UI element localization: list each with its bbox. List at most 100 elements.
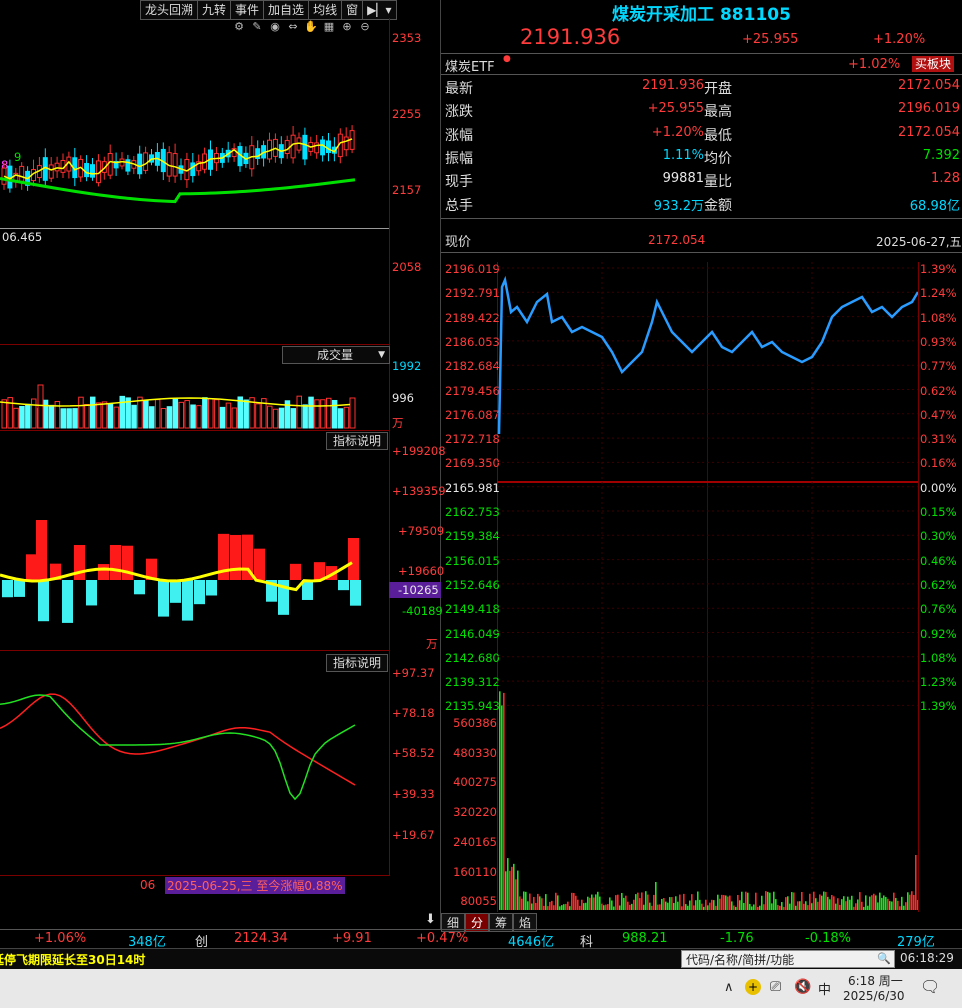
drag-icon[interactable]: ⇔ <box>286 20 300 34</box>
intraday-pct-scale: 0.16% <box>920 456 957 471</box>
toolbar-dragon-review[interactable]: 龙头回溯 <box>141 1 199 19</box>
kline-bottom-border <box>0 344 389 345</box>
intraday-price-line <box>497 275 918 435</box>
volume-bar <box>66 408 72 429</box>
news-ticker[interactable]: 延停飞期限延长至30日14时 <box>0 951 145 968</box>
intraday-volume-bar <box>793 892 795 910</box>
ime-indicator[interactable]: 中 <box>818 979 831 998</box>
chevron-up-icon[interactable]: ∧ <box>724 980 734 995</box>
intraday-volume-bar <box>703 906 705 910</box>
intraday-volume-bar <box>865 895 867 910</box>
intraday-volume-bar <box>881 897 883 910</box>
volume-bar <box>196 405 202 429</box>
intraday-volume-bar <box>789 903 791 910</box>
intraday-volume-bar <box>765 891 767 910</box>
indicator1-help-button[interactable]: 指标说明 <box>326 432 388 450</box>
intraday-volume-bar <box>811 903 813 910</box>
etf-label[interactable]: 煤炭ETF <box>445 56 495 75</box>
intraday-volume-bar <box>761 895 763 910</box>
intraday-volume-bar <box>573 892 575 910</box>
toolbar-add-watchlist[interactable]: 加自选 <box>264 1 310 19</box>
intraday-volume-bar <box>877 902 879 910</box>
settings-icon[interactable]: ⚙ <box>232 20 246 34</box>
intraday-volume-bar <box>767 891 769 910</box>
buy-sector-button[interactable]: 买板块 <box>912 56 955 72</box>
volume-bar <box>225 402 232 429</box>
intraday-volume-bar <box>797 901 799 910</box>
volume-bar <box>84 403 90 429</box>
indicator2-help-button[interactable]: 指标说明 <box>326 654 388 672</box>
taskbar-time[interactable]: 6:18 周一 <box>848 972 903 989</box>
intraday-volume-bar <box>503 692 505 910</box>
intraday-volume-bar <box>755 892 757 910</box>
volume-scale-label: 996 <box>392 391 414 405</box>
intraday-volume-bar <box>745 891 747 910</box>
zoom-out-icon[interactable]: ⊖ <box>358 20 372 34</box>
indicator1-current-value: -10265 <box>398 583 439 597</box>
intraday-volume-bar <box>897 900 899 910</box>
quote-key: 量比 <box>704 174 732 191</box>
intraday-volume-bar <box>647 894 649 910</box>
intraday-volume-bar <box>839 904 841 910</box>
intraday-volume-bar <box>501 705 503 910</box>
intraday-volume-bar <box>737 894 739 910</box>
intraday-volume-scale: 560386 <box>453 716 497 730</box>
indicator1-bar <box>170 580 181 603</box>
volume-bar <box>113 406 120 429</box>
notification-icon[interactable]: 🗨 <box>920 977 940 996</box>
intraday-volume-bar <box>823 891 825 910</box>
intraday-volume-bar <box>561 905 563 910</box>
intraday-volume-bar <box>833 896 835 910</box>
intraday-volume-bar <box>893 892 895 910</box>
toolbar-more[interactable]: ▶▏▾ <box>363 1 395 19</box>
volume-bar <box>78 396 84 429</box>
search-input[interactable]: 代码/名称/简拼/功能 🔍 <box>681 950 895 968</box>
toolbar-nine-turn[interactable]: 九转 <box>198 1 232 19</box>
volume-bar <box>296 395 302 429</box>
intraday-volume-bar <box>697 891 699 910</box>
intraday-volume-bar <box>589 897 591 910</box>
pen-icon[interactable]: ✎ <box>250 20 264 34</box>
intraday-volume-bar <box>699 899 701 910</box>
hand-icon[interactable]: ✋ <box>304 20 318 34</box>
intraday-volume-bar <box>889 901 891 910</box>
intraday-volume-bar <box>555 892 557 910</box>
search-icon[interactable]: 🔍 <box>877 952 891 965</box>
eye-icon[interactable]: ◉ <box>268 20 282 34</box>
intraday-volume-bar <box>773 891 775 910</box>
volume-dropdown[interactable]: 成交量 ▼ <box>282 346 390 364</box>
intraday-volume-bar <box>507 858 509 910</box>
intraday-volume-bar <box>565 903 567 910</box>
toolbar-moving-average[interactable]: 均线 <box>309 1 343 19</box>
intraday-volume-bar <box>913 894 915 910</box>
intraday-volume-bar <box>723 895 725 910</box>
intraday-volume-bar <box>527 901 529 910</box>
intraday-volume-bar <box>735 906 737 910</box>
volume-bar <box>72 408 78 429</box>
volume-bar <box>48 404 55 429</box>
quote-key: 涨幅 <box>445 127 473 144</box>
taskbar-date[interactable]: 2025/6/30 <box>843 989 905 1003</box>
intraday-volume-bar <box>891 901 893 910</box>
intraday-volume-bar <box>785 897 787 910</box>
intraday-volume-bar <box>695 900 697 910</box>
intraday-volume-bar <box>861 901 863 910</box>
grid-icon[interactable]: ▦ <box>322 20 336 34</box>
intraday-volume-bar <box>605 904 607 910</box>
intraday-volume-bar <box>635 894 637 910</box>
toolbar-window[interactable]: 窗 <box>342 1 364 19</box>
network-icon[interactable]: ⎚ <box>770 979 781 995</box>
quote-value: +25.955 <box>647 101 704 117</box>
toolbar-events[interactable]: 事件 <box>231 1 265 19</box>
app-tray-icon[interactable]: + <box>745 979 761 995</box>
zoom-in-icon[interactable]: ⊕ <box>340 20 354 34</box>
intraday-volume-bar <box>639 898 641 910</box>
intraday-pct-scale: 0.15% <box>920 505 957 519</box>
speaker-muted-icon[interactable]: 🔇 <box>794 979 811 995</box>
quote-row: 涨幅 +1.20% 最低 2172.054 <box>445 125 962 148</box>
intraday-volume-bar <box>569 906 571 910</box>
intraday-volume-bar <box>809 893 811 910</box>
download-icon[interactable]: ⬇ <box>425 912 436 927</box>
indicator1-bar <box>38 580 49 622</box>
volume-bar <box>326 397 332 429</box>
